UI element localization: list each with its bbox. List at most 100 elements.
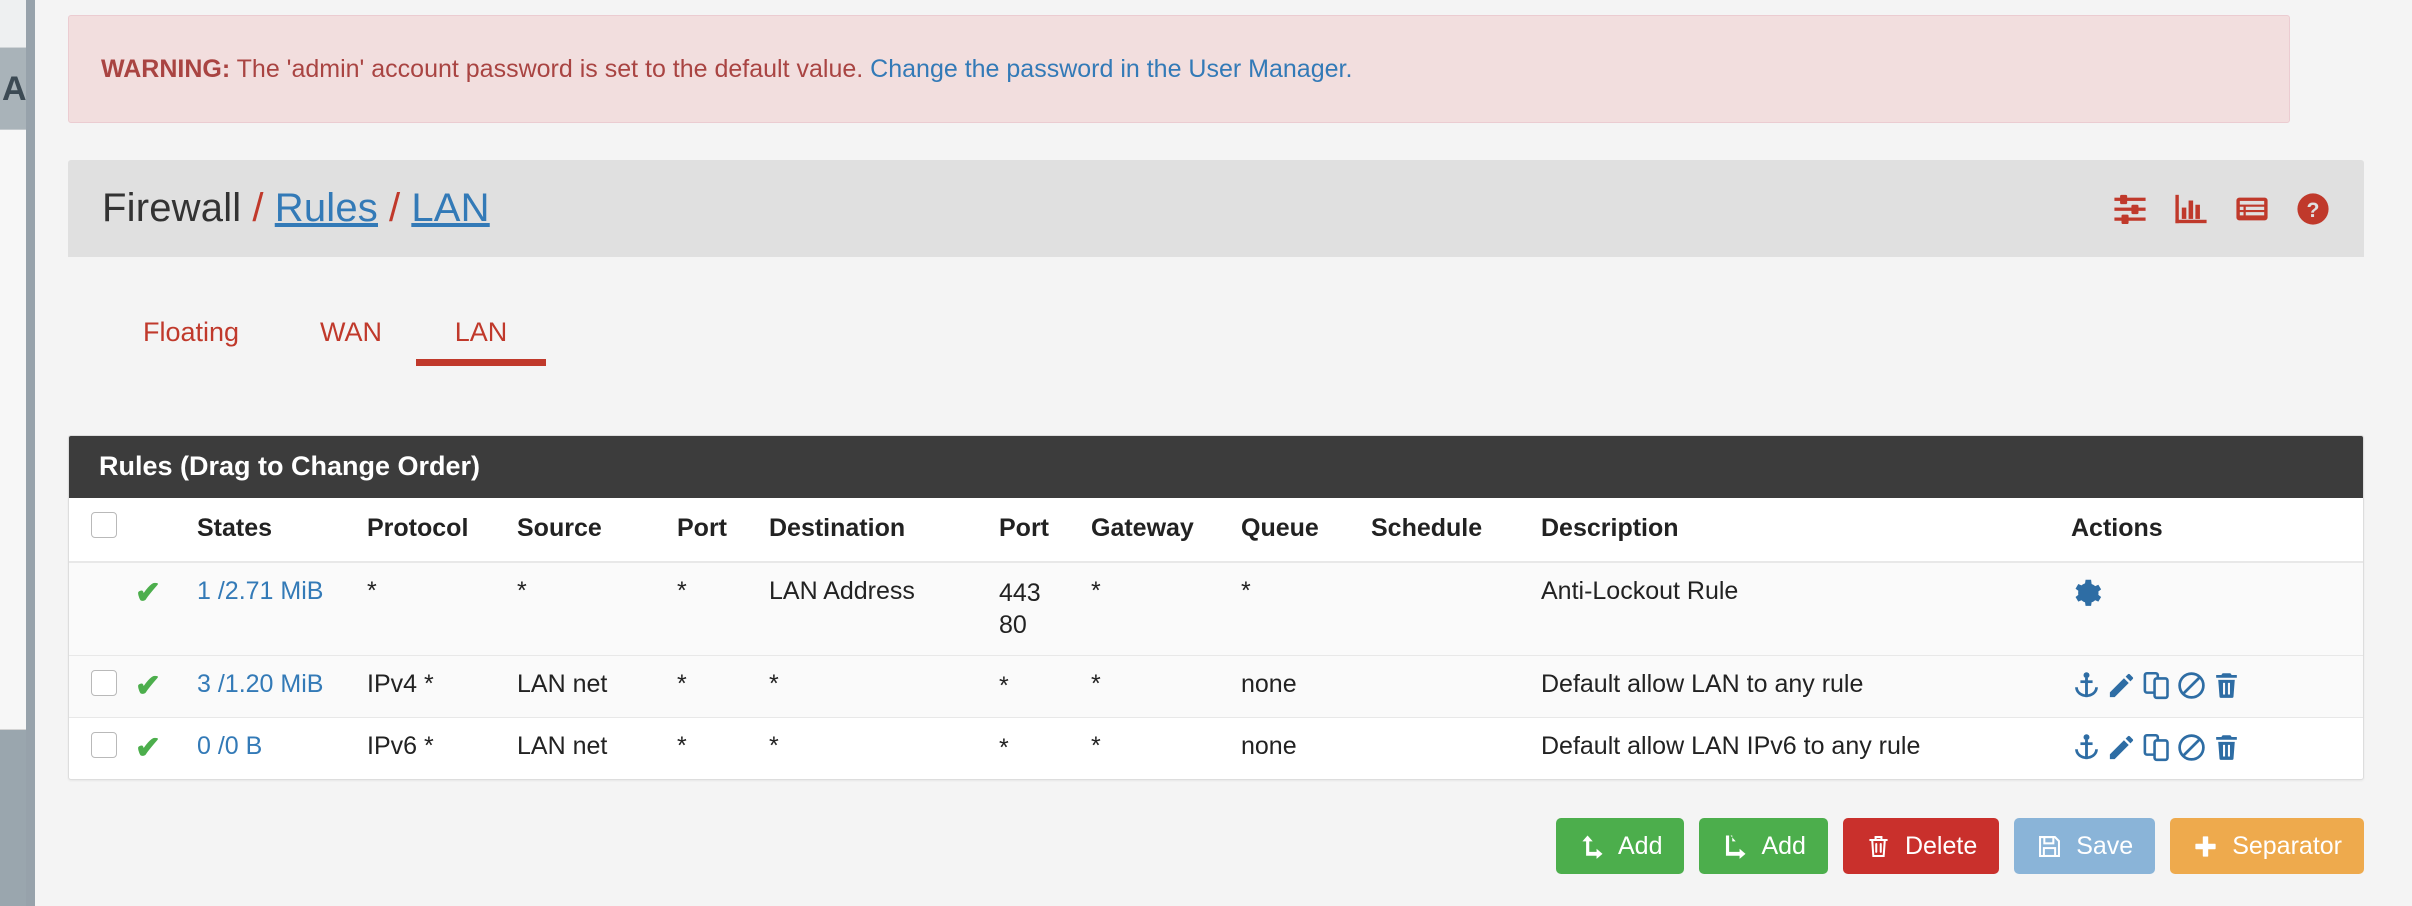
cutoff-panel-body: [0, 130, 26, 730]
table-row[interactable]: ✔ 3 /1.20 MiB IPv4 * LAN net * * * * non…: [69, 655, 2363, 718]
user-manager-link[interactable]: Change the password in the User Manager.: [870, 55, 1352, 83]
row-protocol-cell: *: [359, 562, 509, 656]
row-queue-cell: none: [1241, 732, 1297, 760]
table-row[interactable]: ✔ 0 /0 B IPv6 * LAN net * * * * none Def: [69, 718, 2363, 780]
row-checkbox[interactable]: [91, 732, 117, 758]
save-label: Save: [2076, 831, 2134, 860]
gateway-header: Gateway: [1083, 498, 1233, 563]
destination-port-header: Port: [991, 498, 1083, 563]
queue-header: Queue: [1233, 498, 1363, 563]
states-link[interactable]: 3 /1.20 MiB: [197, 670, 323, 698]
add-rule-bottom-button[interactable]: Add: [1699, 818, 1828, 874]
trash-icon[interactable]: [2211, 670, 2242, 701]
row-source-cell: LAN net: [509, 655, 669, 718]
row-source-port-cell: *: [669, 655, 761, 718]
row-queue-cell: none: [1233, 655, 1363, 718]
arrow-down-icon: [1721, 833, 1748, 860]
actions-header: Actions: [2063, 498, 2363, 563]
pass-check-icon: ✔: [135, 575, 161, 610]
destination-port-value: 80: [999, 611, 1027, 639]
alert-message: WARNING: The 'admin' account password is…: [101, 53, 1352, 86]
rules-panel: Rules (Drag to Change Order) States Prot…: [68, 435, 2364, 780]
row-gateway-cell: *: [1083, 562, 1233, 656]
ban-icon[interactable]: [2176, 670, 2207, 701]
row-schedule-cell: [1363, 562, 1533, 656]
rules-table: States Protocol Source Port Destination …: [69, 498, 2363, 779]
delete-rules-button[interactable]: Delete: [1842, 818, 2000, 874]
cutoff-left-panel: A: [0, 0, 26, 906]
protocol-header: Protocol: [359, 498, 509, 563]
row-source-port-cell: *: [669, 562, 761, 656]
pencil-icon[interactable]: [2106, 732, 2137, 763]
ban-icon[interactable]: [2176, 732, 2207, 763]
row-destination-port-cell: 443 80: [991, 562, 1083, 656]
row-states-cell: 3 /1.20 MiB: [189, 655, 359, 718]
add-rule-top-button[interactable]: Add: [1555, 818, 1685, 874]
row-actions: [2071, 577, 2355, 610]
save-icon: [2036, 833, 2063, 860]
chart-bar-icon[interactable]: [2174, 192, 2208, 226]
row-states-cell: 1 /2.71 MiB: [189, 562, 359, 656]
rules-panel-title: Rules (Drag to Change Order): [69, 436, 2363, 498]
breadcrumb: Firewall / Rules / LAN: [102, 186, 490, 231]
breadcrumb-actions: ?: [2113, 192, 2330, 226]
copy-icon[interactable]: [2141, 732, 2172, 763]
breadcrumb-link-rules[interactable]: Rules: [275, 186, 378, 230]
table-header-row: States Protocol Source Port Destination …: [69, 498, 2363, 563]
row-schedule-cell: [1363, 718, 1533, 780]
row-select-cell: [69, 562, 127, 656]
row-destination-cell: *: [761, 655, 991, 718]
row-description-cell: Default allow LAN to any rule: [1533, 655, 2063, 718]
table-row[interactable]: ✔ 1 /2.71 MiB * * * LAN Address 443 80 *…: [69, 562, 2363, 656]
row-description-cell: Anti-Lockout Rule: [1533, 562, 2063, 656]
row-description-cell: Default allow LAN IPv6 to any rule: [1541, 732, 1921, 760]
states-link[interactable]: 0 /0 B: [197, 732, 262, 760]
add-rule-top-label: Add: [1617, 831, 1663, 860]
page-scrollbar[interactable]: [26, 0, 35, 906]
row-gateway-cell: *: [1083, 655, 1233, 718]
interface-tabs: Floating WAN LAN: [96, 305, 546, 366]
pencil-icon[interactable]: [2106, 670, 2137, 701]
source-port-header: Port: [669, 498, 761, 563]
row-actions-cell: [2063, 562, 2363, 656]
anchor-icon[interactable]: [2071, 732, 2102, 763]
select-all-checkbox[interactable]: [91, 512, 117, 538]
admin-password-warning-alert: WARNING: The 'admin' account password is…: [68, 15, 2290, 123]
add-separator-button[interactable]: Separator: [2170, 818, 2364, 874]
row-protocol-cell: IPv4 *: [359, 655, 509, 718]
breadcrumb-panel: Firewall / Rules / LAN ?: [68, 160, 2364, 257]
tab-wan[interactable]: WAN: [286, 305, 416, 366]
row-actions-cell: [2063, 655, 2363, 718]
add-rule-bottom-label: Add: [1761, 831, 1806, 860]
copy-icon[interactable]: [2141, 670, 2172, 701]
destination-port-value: *: [999, 672, 1009, 700]
row-queue-cell: *: [1233, 562, 1363, 656]
cutoff-panel-footer: [0, 730, 26, 906]
row-status-cell: ✔: [127, 562, 189, 656]
cutoff-tab-label: A: [0, 48, 26, 130]
cutoff-toolbar: [0, 0, 26, 48]
breadcrumb-link-lan[interactable]: LAN: [411, 186, 489, 230]
destination-header: Destination: [761, 498, 991, 563]
tab-lan[interactable]: LAN: [416, 305, 546, 366]
tab-floating[interactable]: Floating: [96, 305, 286, 366]
gear-icon[interactable]: [2071, 577, 2104, 610]
row-actions-cell: [2063, 718, 2363, 780]
alert-prefix: WARNING:: [101, 54, 231, 83]
row-checkbox[interactable]: [91, 670, 117, 696]
row-status-cell: ✔: [127, 655, 189, 718]
breadcrumb-separator-1: /: [252, 186, 264, 230]
trash-icon[interactable]: [2211, 732, 2242, 763]
list-icon[interactable]: [2235, 192, 2269, 226]
states-link[interactable]: 1 /2.71 MiB: [197, 577, 323, 605]
row-protocol-cell: IPv6 *: [367, 732, 434, 760]
sliders-icon[interactable]: [2113, 192, 2147, 226]
help-circle-icon[interactable]: ?: [2296, 192, 2330, 226]
row-schedule-cell: [1363, 655, 1533, 718]
anchor-icon[interactable]: [2071, 670, 2102, 701]
row-destination-port-cell: *: [991, 655, 1083, 718]
add-separator-label: Separator: [2232, 831, 2342, 860]
row-select-cell: [69, 718, 127, 780]
row-source-port-cell: *: [677, 732, 687, 760]
save-button[interactable]: Save: [2014, 818, 2156, 874]
